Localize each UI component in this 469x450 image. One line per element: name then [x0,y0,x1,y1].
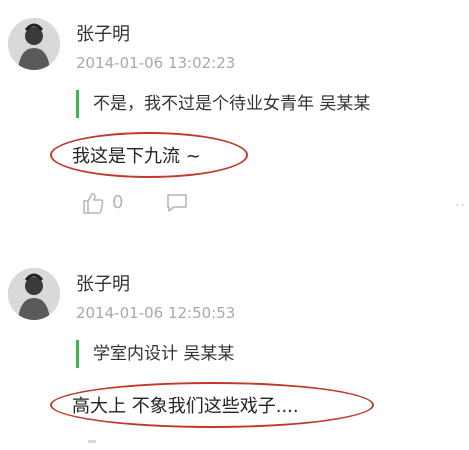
quoted-text: 学室内设计 吴某某 [76,340,234,368]
commenter-name[interactable]: 张子明 [76,270,130,296]
reply-text: 高大上 不象我们这些戏子.... [72,396,299,417]
comment-timestamp: 2014-01-06 12:50:53 [76,304,236,322]
comment-item: 张子明 2014-01-06 12:50:53 学室内设计 吴某某 高大上 不象… [0,0,469,450]
avatar[interactable] [8,268,60,320]
divider-fragment [88,440,96,443]
